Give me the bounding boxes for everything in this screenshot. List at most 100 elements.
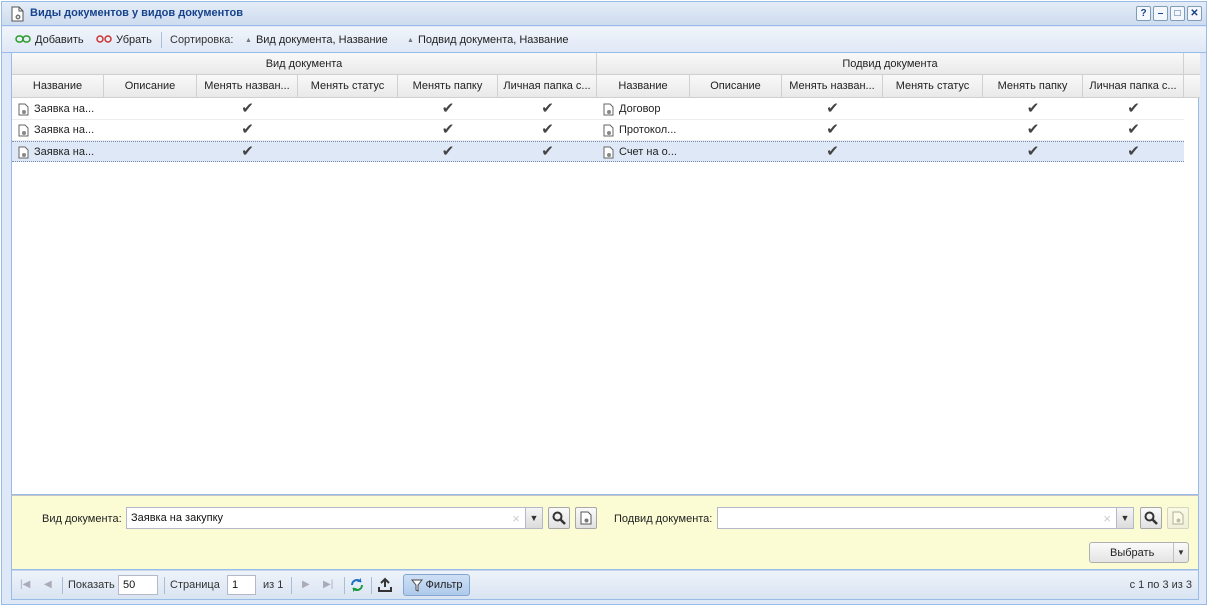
check-icon: ✔	[1026, 100, 1040, 117]
group-header-subtype: Подвид документа	[597, 53, 1184, 75]
check-icon: ✔	[441, 143, 455, 160]
page-count-label: из 1	[263, 579, 284, 591]
cell-doc-type-name: Заявка на...	[12, 120, 104, 140]
remove-label: Убрать	[116, 34, 152, 46]
doc-type-combo[interactable]: Заявка на закупку × ▼	[126, 507, 543, 529]
subtype-combo[interactable]: × ▼	[717, 507, 1134, 529]
window: Виды документов у видов документов ? – □…	[1, 1, 1207, 605]
column-header-description[interactable]: Описание	[104, 75, 197, 98]
table-row-selected[interactable]: Заявка на... ✔ ✔ ✔ Счет на о... ✔ ✔ ✔	[12, 141, 1184, 162]
prev-page-icon[interactable]: ◀	[44, 579, 52, 590]
chevron-down-icon[interactable]: ▼	[525, 508, 542, 528]
document-settings-icon	[1172, 511, 1184, 525]
sort-by-doc-type-button[interactable]: ▲ Вид документа, Название	[245, 34, 388, 46]
column-header-change-name[interactable]: Менять назван...	[782, 75, 883, 98]
column-header-change-folder[interactable]: Менять папку	[398, 75, 498, 98]
check-icon: ✔	[241, 143, 254, 160]
document-settings-icon	[580, 511, 592, 525]
check-icon: ✔	[1127, 100, 1140, 117]
column-header-change-folder[interactable]: Менять папку	[983, 75, 1083, 98]
search-icon	[1144, 511, 1158, 525]
subtype-search-button[interactable]	[1140, 507, 1162, 529]
clear-icon[interactable]: ×	[512, 511, 520, 526]
subtype-name: Протокол...	[619, 124, 677, 136]
sort-asc-icon: ▲	[407, 36, 414, 44]
pager-separator	[164, 577, 165, 594]
sort-by-subtype-button[interactable]: ▲ Подвид документа, Название	[407, 34, 569, 46]
filter-toggle-button[interactable]: Фильтр	[403, 574, 470, 596]
doc-type-name: Заявка на...	[34, 103, 95, 115]
page-number-input[interactable]: 1	[227, 575, 256, 595]
help-icon[interactable]: ?	[1136, 6, 1151, 21]
check-icon: ✔	[826, 143, 839, 160]
sort1-label: Вид документа, Название	[255, 34, 388, 46]
check-icon: ✔	[441, 121, 455, 138]
table-row[interactable]: Заявка на... ✔ ✔ ✔ Протокол... ✔ ✔ ✔	[12, 120, 1184, 141]
minimize-icon[interactable]: –	[1153, 6, 1168, 21]
subtype-name: Договор	[619, 103, 661, 115]
doc-type-open-button[interactable]	[575, 507, 597, 529]
check-icon: ✔	[541, 143, 554, 160]
table-row[interactable]: Заявка на... ✔ ✔ ✔ Договор ✔ ✔ ✔	[12, 99, 1184, 120]
toolbar-separator	[161, 32, 162, 48]
clear-icon[interactable]: ×	[1103, 511, 1111, 526]
column-header-change-name[interactable]: Менять назван...	[197, 75, 298, 98]
window-title: Виды документов у видов документов	[30, 7, 244, 19]
maximize-icon[interactable]: □	[1170, 6, 1185, 21]
link-break-icon	[96, 34, 112, 46]
page-size-input[interactable]: 50	[118, 575, 158, 595]
choose-label: Выбрать	[1110, 547, 1155, 559]
check-icon: ✔	[1026, 121, 1040, 138]
column-header-personal-folder[interactable]: Личная папка с...	[1083, 75, 1184, 98]
doc-type-filter-label: Вид документа:	[42, 513, 122, 525]
doc-type-search-button[interactable]	[548, 507, 570, 529]
filter-label: Фильтр	[425, 579, 463, 591]
subtype-name: Счет на о...	[619, 146, 677, 158]
last-page-icon[interactable]: ▶|	[323, 579, 333, 590]
doc-type-name: Заявка на...	[34, 124, 95, 136]
check-icon: ✔	[541, 121, 554, 138]
group-header-doc-type: Вид документа	[12, 53, 597, 75]
export-icon[interactable]	[377, 577, 393, 596]
funnel-icon	[410, 579, 423, 592]
cell-doc-type-name: Заявка на...	[12, 99, 104, 119]
toolbar: Добавить Убрать Сортировка: ▲ Вид докуме…	[2, 27, 1206, 53]
subtype-filter-label: Подвид документа:	[614, 513, 713, 525]
refresh-icon[interactable]	[349, 577, 365, 596]
subtype-open-button[interactable]	[1167, 507, 1189, 529]
link-add-icon	[15, 34, 31, 46]
add-button[interactable]: Добавить	[15, 34, 84, 46]
document-settings-icon	[603, 103, 614, 115]
column-header-description[interactable]: Описание	[690, 75, 782, 98]
column-header-name[interactable]: Название	[597, 75, 690, 98]
remove-button[interactable]: Убрать	[96, 34, 152, 46]
chevron-down-icon[interactable]: ▼	[1116, 508, 1133, 528]
title-bar: Виды документов у видов документов ? – □…	[2, 2, 1206, 26]
paging-toolbar: |◀ ◀ Показать 50 Страница 1 из 1 ▶ ▶| Фи…	[11, 570, 1199, 600]
document-settings-icon	[18, 146, 29, 158]
column-header-name[interactable]: Название	[12, 75, 104, 98]
check-icon: ✔	[1127, 143, 1140, 160]
window-tools: ? – □ ✕	[1136, 6, 1202, 21]
column-header-change-status[interactable]: Менять статус	[883, 75, 983, 98]
header-scroll-spacer	[1184, 75, 1200, 98]
next-page-icon[interactable]: ▶	[302, 579, 310, 590]
column-header-change-status[interactable]: Менять статус	[298, 75, 398, 98]
close-icon[interactable]: ✕	[1187, 6, 1202, 21]
choose-button[interactable]: Выбрать ▼	[1089, 542, 1189, 563]
doc-type-combo-value: Заявка на закупку	[131, 512, 224, 524]
check-icon: ✔	[541, 100, 554, 117]
column-header-personal-folder[interactable]: Личная папка с...	[498, 75, 597, 98]
chevron-down-icon[interactable]: ▼	[1173, 543, 1188, 562]
pager-separator	[344, 577, 345, 594]
first-page-icon[interactable]: |◀	[20, 579, 30, 590]
document-settings-icon	[11, 6, 24, 25]
cell-subtype-name: Протокол...	[597, 120, 690, 140]
filter-panel: Вид документа: Заявка на закупку × ▼ Под…	[11, 495, 1199, 570]
document-settings-icon	[603, 146, 614, 158]
check-icon: ✔	[1127, 121, 1140, 138]
sort-label: Сортировка:	[170, 34, 234, 46]
cell-subtype-name: Договор	[597, 99, 690, 119]
document-settings-icon	[18, 103, 29, 115]
pager-separator	[371, 577, 372, 594]
